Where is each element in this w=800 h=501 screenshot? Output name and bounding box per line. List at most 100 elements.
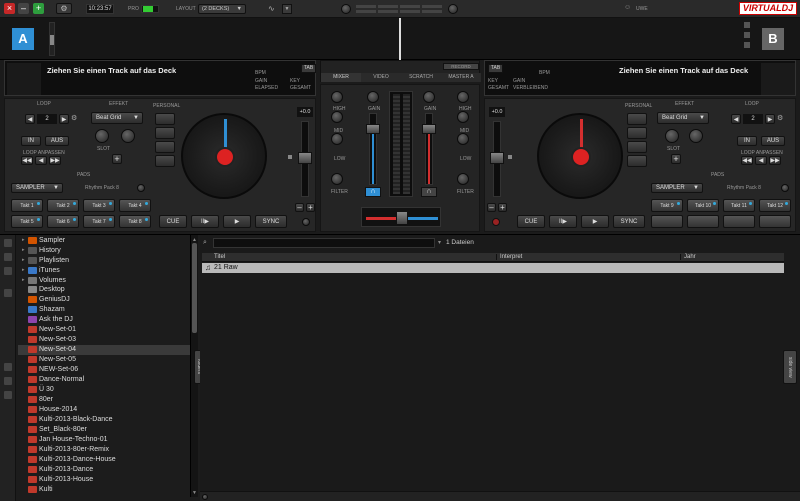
settings-gear-icon[interactable]: ⚙ bbox=[56, 3, 72, 14]
brand-logo[interactable]: VIRTUALDJ bbox=[739, 2, 797, 15]
deck-b-pad-2[interactable]: Takt 10 bbox=[687, 199, 719, 212]
deck-b-sync-button[interactable]: SYNC bbox=[613, 215, 645, 228]
mixer-b-volume-fader[interactable] bbox=[422, 113, 436, 185]
deck-b-effect-select[interactable]: Beat Grid ▼ bbox=[657, 112, 709, 124]
table-row[interactable]: ♫ 21 Raw bbox=[202, 263, 784, 273]
deck-a-pitch-plus[interactable]: + bbox=[306, 203, 315, 212]
deck-a-personal-button-3[interactable] bbox=[155, 141, 175, 153]
tree-item[interactable]: Kulti-2013-80er-Remix bbox=[18, 445, 190, 455]
deck-a-cue-button[interactable]: CUE bbox=[159, 215, 187, 228]
deck-b-cue-button[interactable]: CUE bbox=[517, 215, 545, 228]
deck-b-effect-knob-2[interactable] bbox=[689, 129, 703, 143]
deck-b-pitch-plus[interactable]: + bbox=[498, 203, 507, 212]
deck-a-pitch-fader[interactable] bbox=[298, 121, 312, 197]
tree-item[interactable]: New-Set-05 bbox=[18, 355, 190, 365]
tree-item[interactable]: Kulti-2013-House bbox=[18, 475, 190, 485]
deck-a-tab-button[interactable]: TAB bbox=[301, 64, 316, 73]
tree-item[interactable]: ▸ Sampler bbox=[18, 235, 190, 245]
deck-b-loop-value[interactable]: 2 bbox=[743, 114, 763, 124]
tree-item[interactable]: New-Set-04 bbox=[18, 345, 190, 355]
deck-b-pad-8[interactable] bbox=[759, 215, 791, 228]
mixer-b-gain-knob[interactable] bbox=[423, 91, 435, 103]
tree-item[interactable]: Jan House-Techno-01 bbox=[18, 435, 190, 445]
tree-item[interactable]: ▸ iTunes bbox=[18, 265, 190, 275]
tree-item[interactable]: Set_Black-80er bbox=[18, 425, 190, 435]
deck-a-loop-settings-icon[interactable]: ⚙ bbox=[71, 114, 79, 124]
deck-a-pads-settings-icon[interactable] bbox=[137, 184, 145, 192]
mixer-b-gain-right-knob[interactable] bbox=[457, 91, 469, 103]
deck-a-effect-knob[interactable] bbox=[95, 129, 109, 143]
tab-master[interactable]: MASTER A bbox=[441, 73, 481, 82]
deck-a-badge[interactable]: A bbox=[12, 28, 34, 50]
deck-b-loop-prev[interactable]: ◀ bbox=[731, 114, 741, 124]
deck-b-personal-button-3[interactable] bbox=[627, 141, 647, 153]
deck-b-effect-add-button[interactable]: + bbox=[671, 154, 681, 164]
tree-item[interactable]: 80er bbox=[18, 395, 190, 405]
tree-item[interactable]: Ü 30 bbox=[18, 385, 190, 395]
deck-a-pad-4[interactable]: Takt 4 bbox=[119, 199, 151, 212]
folder-icon[interactable] bbox=[4, 239, 12, 247]
mixer-a-low-knob[interactable] bbox=[331, 173, 343, 185]
deck-a-pad-5[interactable]: Takt 5 bbox=[11, 215, 43, 228]
deck-a-loop-out-button[interactable]: AUS bbox=[45, 136, 69, 146]
deck-a-personal-button-2[interactable] bbox=[155, 127, 175, 139]
deck-a-pad-8[interactable]: Takt 8 bbox=[119, 215, 151, 228]
mixer-a-gain-left-knob[interactable] bbox=[331, 91, 343, 103]
tree-item[interactable]: Dance-Normal bbox=[18, 375, 190, 385]
deck-b-pause-button[interactable]: II▶ bbox=[549, 215, 577, 228]
deck-b-personal-button-2[interactable] bbox=[627, 127, 647, 139]
search-options-chevron[interactable]: ▾ bbox=[438, 239, 441, 246]
mixer-a-volume-fader[interactable] bbox=[366, 113, 380, 185]
deck-b-personal-button-1[interactable] bbox=[627, 113, 647, 125]
deck-a-effect-select[interactable]: Beat Grid ▼ bbox=[91, 112, 143, 124]
tree-item[interactable]: ▸ History bbox=[18, 245, 190, 255]
waveform-icon[interactable]: ∿ bbox=[268, 4, 280, 14]
deck-a-pause-button[interactable]: II▶ bbox=[191, 215, 219, 228]
deck-b-badge[interactable]: B bbox=[762, 28, 784, 50]
close-button[interactable]: × bbox=[4, 3, 15, 14]
search-icon[interactable] bbox=[4, 289, 12, 297]
user-icon[interactable]: ☺ bbox=[624, 4, 632, 14]
mixer-b-low-knob[interactable] bbox=[457, 173, 469, 185]
deck-a-loop-double[interactable]: ▶▶ bbox=[49, 156, 61, 165]
search-input[interactable] bbox=[213, 238, 435, 248]
deck-b-record-icon[interactable] bbox=[492, 218, 500, 226]
mixer-a-mid-knob[interactable] bbox=[331, 133, 343, 145]
deck-a-loop-prev[interactable]: ◀ bbox=[25, 114, 35, 124]
column-artist[interactable]: Interpret bbox=[496, 254, 522, 260]
tab-scratch[interactable]: SCRATCH bbox=[401, 73, 441, 82]
deck-a-loop-in-button[interactable]: IN bbox=[21, 136, 41, 146]
deck-a-effect-add-button[interactable]: + bbox=[112, 154, 122, 164]
maximize-button[interactable]: + bbox=[33, 3, 44, 14]
deck-b-loop-next[interactable]: ▶ bbox=[765, 114, 775, 124]
clock-icon[interactable] bbox=[4, 391, 12, 399]
mixer-b-headphone-button[interactable]: ∩ bbox=[421, 187, 437, 197]
tree-item[interactable]: Kulti-2013-Dance-House bbox=[18, 455, 190, 465]
minimize-button[interactable]: – bbox=[18, 3, 29, 14]
waveform-zoom-slider-left[interactable] bbox=[49, 22, 55, 56]
column-title[interactable]: Titel bbox=[214, 254, 225, 260]
deck-b-play-button[interactable]: ▶ bbox=[581, 215, 609, 228]
deck-b-pad-5[interactable] bbox=[651, 215, 683, 228]
deck-a-pad-3[interactable]: Takt 3 bbox=[83, 199, 115, 212]
tree-item[interactable]: Shazam bbox=[18, 305, 190, 315]
tab-mixer[interactable]: MIXER bbox=[321, 73, 361, 82]
deck-a-loop-value[interactable]: 2 bbox=[37, 114, 57, 124]
sideview-tab[interactable]: side view bbox=[783, 350, 797, 384]
sampler-icon[interactable] bbox=[4, 377, 12, 385]
deck-a-sync-button[interactable]: SYNC bbox=[255, 215, 287, 228]
deck-a-pad-1[interactable]: Takt 1 bbox=[11, 199, 43, 212]
deck-b-sampler-select[interactable]: SAMPLER ▼ bbox=[651, 183, 703, 193]
tree-item[interactable]: Desktop bbox=[18, 285, 190, 295]
deck-a-pad-2[interactable]: Takt 2 bbox=[47, 199, 79, 212]
deck-b-loop-settings-icon[interactable]: ⚙ bbox=[777, 114, 785, 124]
deck-a-play-button[interactable]: ▶ bbox=[223, 215, 251, 228]
waveform-select[interactable]: ▼ bbox=[282, 4, 292, 14]
tab-video[interactable]: VIDEO bbox=[361, 73, 401, 82]
tree-item[interactable]: NEW-Set-06 bbox=[18, 365, 190, 375]
column-year[interactable]: Jahr bbox=[680, 254, 696, 260]
deck-a-personal-button-4[interactable] bbox=[155, 155, 175, 167]
deck-b-pad-4[interactable]: Takt 12 bbox=[759, 199, 791, 212]
deck-b-pad-6[interactable] bbox=[687, 215, 719, 228]
record-button[interactable]: RECORD bbox=[443, 63, 479, 70]
